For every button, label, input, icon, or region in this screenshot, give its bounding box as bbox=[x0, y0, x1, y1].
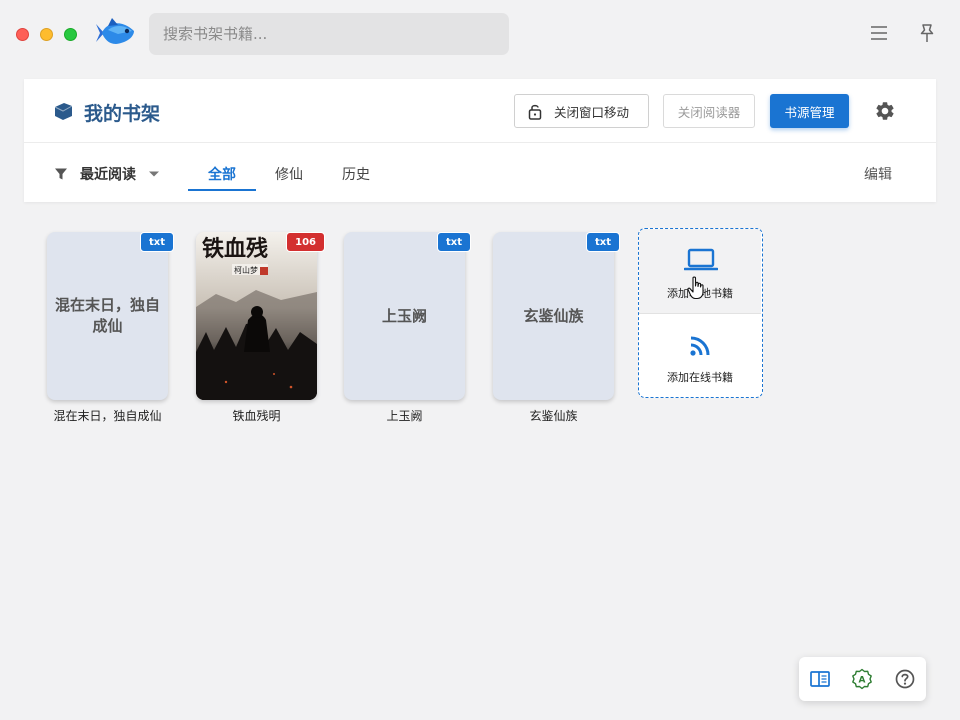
book-cover-text: 上玉阙 bbox=[381, 306, 427, 325]
rss-icon bbox=[690, 336, 710, 356]
add-online-book-button[interactable]: 添加在线书籍 bbox=[639, 315, 761, 397]
shelf-header: 我的书架 关闭窗口移动 关闭阅读器 书源管理 最近阅读 全部 修仙 历史 编辑 bbox=[24, 79, 936, 202]
close-reader-button[interactable]: 关闭阅读器 bbox=[663, 94, 755, 128]
header-top-row: 我的书架 关闭窗口移动 关闭阅读器 书源管理 bbox=[24, 79, 936, 143]
book-title: 铁血残明 bbox=[232, 409, 281, 423]
book-title: 上玉阙 bbox=[386, 409, 423, 423]
cover-author: 柯山梦 bbox=[234, 265, 258, 275]
format-badge: txt bbox=[585, 232, 620, 252]
book-cover-text: 混在末日，独自成仙 bbox=[54, 296, 160, 335]
source-manage-button[interactable]: 书源管理 bbox=[770, 94, 849, 128]
svg-text:A: A bbox=[859, 676, 866, 686]
search-input[interactable] bbox=[149, 13, 509, 55]
book-cover-image[interactable]: 铁血残 柯山梦 bbox=[196, 232, 317, 400]
book-cover-text: 玄鉴仙族 bbox=[523, 306, 584, 325]
lock-icon bbox=[528, 104, 542, 120]
format-badge: txt bbox=[436, 232, 471, 252]
book-cover[interactable]: 玄鉴仙族 bbox=[493, 232, 614, 400]
gear-icon[interactable] bbox=[874, 100, 896, 122]
pin-icon[interactable] bbox=[916, 22, 938, 44]
sort-filter-label: 最近阅读 bbox=[80, 167, 136, 183]
add-online-book-label: 添加在线书籍 bbox=[667, 371, 733, 384]
active-tab-indicator bbox=[188, 189, 256, 191]
title-bar bbox=[0, 0, 960, 70]
book-cover-art: 铁血残 柯山梦 bbox=[196, 232, 317, 400]
format-badge: txt bbox=[139, 232, 174, 252]
reader-panel-icon[interactable] bbox=[809, 668, 831, 690]
chapter-count-badge: 106 bbox=[286, 232, 325, 252]
book-cover[interactable]: 混在末日，独自成仙 bbox=[47, 232, 168, 400]
edit-button[interactable]: 编辑 bbox=[864, 164, 892, 184]
tab-history[interactable]: 历史 bbox=[342, 164, 370, 184]
laptop-icon bbox=[684, 248, 718, 271]
add-local-book-button[interactable]: 添加本地书籍 bbox=[639, 229, 761, 314]
bookshelf-icon bbox=[54, 103, 73, 120]
fish-logo-icon bbox=[96, 18, 134, 44]
app-window: 我的书架 关闭窗口移动 关闭阅读器 书源管理 bbox=[0, 0, 960, 720]
lock-window-label: 关闭窗口移动 bbox=[553, 104, 629, 120]
close-reader-label: 关闭阅读器 bbox=[677, 104, 741, 120]
caret-down-icon bbox=[149, 171, 159, 177]
floating-toolbar: A bbox=[799, 657, 926, 701]
book-title: 玄鉴仙族 bbox=[529, 409, 578, 423]
source-manage-label: 书源管理 bbox=[784, 104, 835, 120]
help-icon[interactable] bbox=[894, 668, 916, 690]
page-title: 我的书架 bbox=[84, 103, 161, 125]
filter-icon bbox=[55, 168, 67, 180]
lock-window-button[interactable]: 关闭窗口移动 bbox=[514, 94, 649, 128]
tab-xiuxian[interactable]: 修仙 bbox=[275, 164, 303, 184]
menu-icon[interactable] bbox=[868, 22, 890, 44]
book-title: 混在末日，独自成仙 bbox=[53, 409, 162, 423]
header-filter-row: 最近阅读 全部 修仙 历史 编辑 bbox=[24, 144, 936, 202]
cover-title-art: 铁血残 bbox=[202, 236, 268, 262]
minimize-window-button[interactable] bbox=[40, 28, 53, 41]
close-window-button[interactable] bbox=[16, 28, 29, 41]
hand-cursor-icon bbox=[687, 276, 704, 300]
sort-filter-dropdown[interactable]: 最近阅读 bbox=[54, 164, 160, 184]
add-book-panel: 添加本地书籍 添加在线书籍 bbox=[638, 228, 763, 398]
translate-icon[interactable]: A bbox=[851, 668, 873, 690]
book-cover[interactable]: 上玉阙 bbox=[344, 232, 465, 400]
tab-all[interactable]: 全部 bbox=[208, 164, 236, 184]
maximize-window-button[interactable] bbox=[64, 28, 77, 41]
